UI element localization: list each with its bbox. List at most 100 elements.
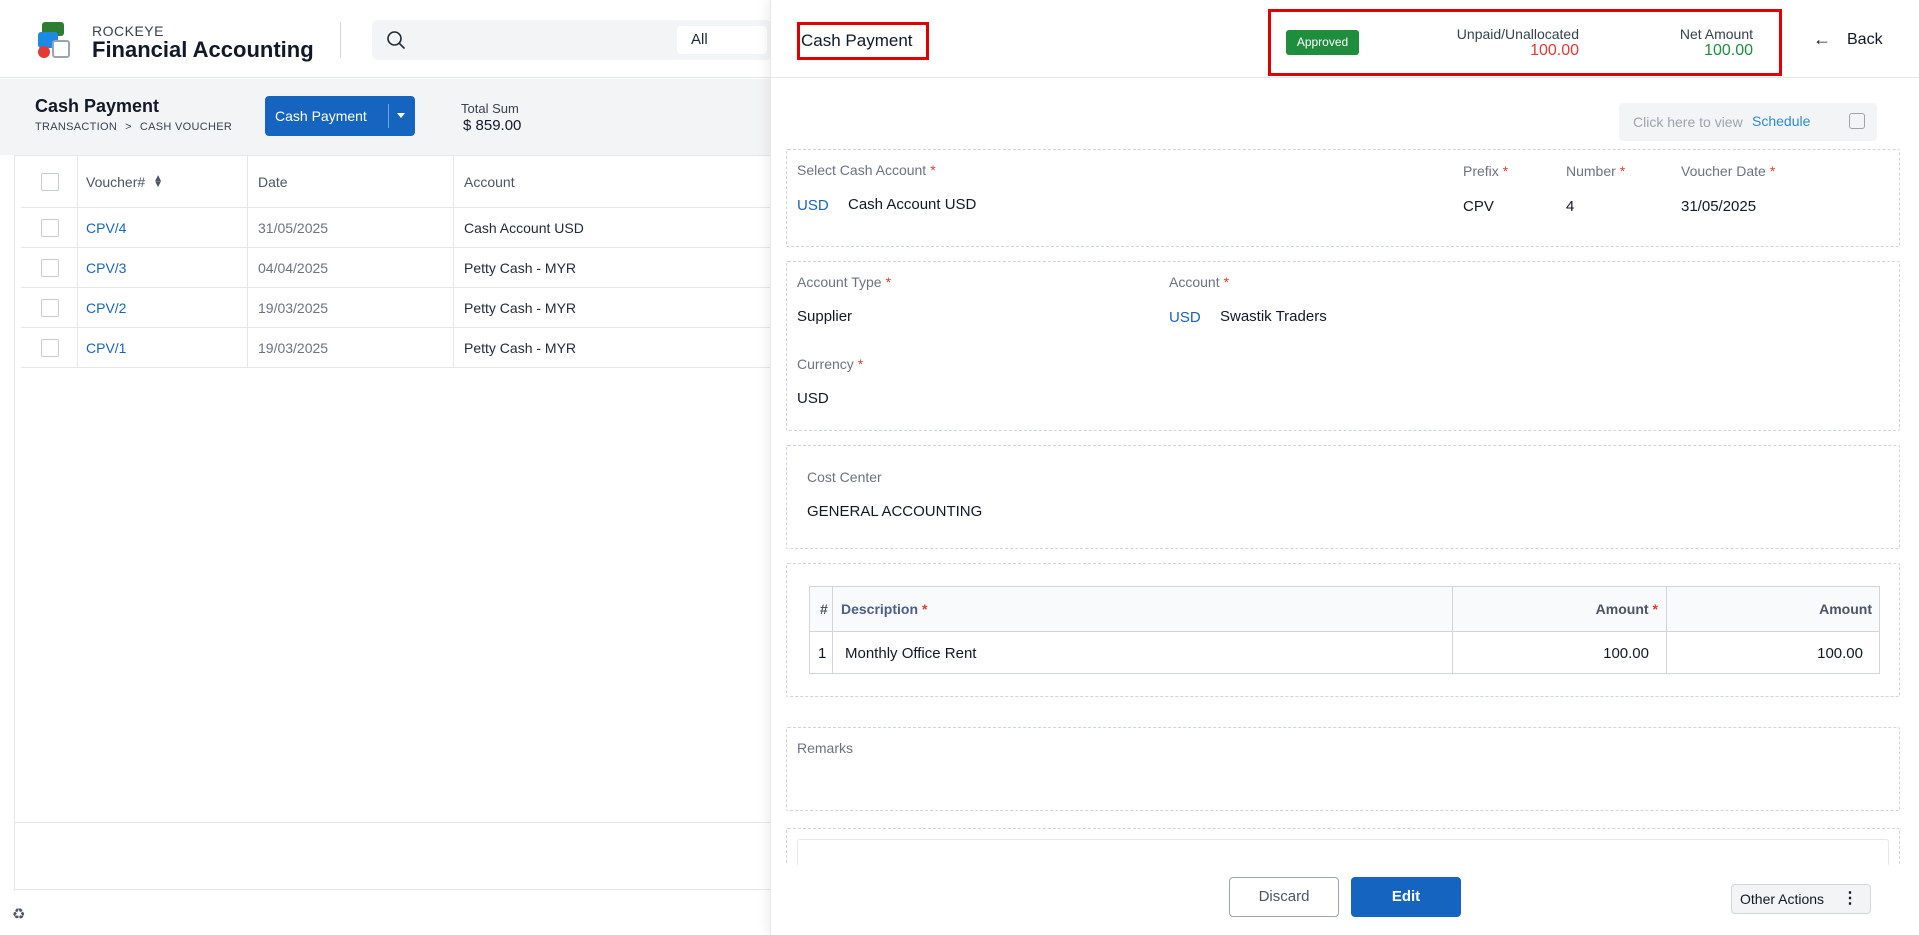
discard-button[interactable]: Discard xyxy=(1229,877,1339,917)
cash-account-currency: USD xyxy=(797,197,829,214)
field-label: Prefix * xyxy=(1463,163,1509,179)
row-checkbox[interactable] xyxy=(41,298,59,317)
net-amount-value: 100.00 xyxy=(1704,42,1753,59)
total-sum-value: $ 859.00 xyxy=(463,117,522,134)
total-sum-label: Total Sum xyxy=(461,101,519,116)
prefix-value: CPV xyxy=(1463,198,1494,215)
voucher-date: 19/03/2025 xyxy=(258,339,329,356)
breadcrumb-separator: > xyxy=(125,121,132,133)
line-items-table: # Description * Amount * Amount 1 Monthly … xyxy=(809,586,1880,674)
breadcrumb-item-transaction[interactable]: TRANSACTION xyxy=(35,121,117,133)
voucher-account: Cash Account USD xyxy=(464,219,584,236)
search-input[interactable]: All xyxy=(372,20,772,60)
net-amount-label: Net Amount xyxy=(1679,26,1753,42)
cash-account-section: Select Cash Account * USD Cash Account US… xyxy=(786,149,1900,247)
voucher-link[interactable]: CPV/4 xyxy=(86,208,126,247)
column-header-voucher[interactable]: Voucher# ▲ ▼ xyxy=(86,156,163,207)
attachments-section xyxy=(786,828,1900,865)
unpaid-value: 100.00 xyxy=(1530,42,1579,59)
voucher-link[interactable]: CPV/2 xyxy=(86,288,126,327)
currency-value[interactable]: USD xyxy=(797,390,829,407)
field-label: Number * xyxy=(1566,163,1626,179)
voucher-link[interactable]: CPV/1 xyxy=(86,328,126,367)
schedule-link[interactable]: Schedule xyxy=(1752,113,1810,129)
schedule-bar[interactable]: Click here to view Schedule xyxy=(1619,103,1877,141)
table-row[interactable]: CPV/1 19/03/2025 Petty Cash - MYR xyxy=(21,328,781,368)
select-all-checkbox[interactable] xyxy=(41,172,59,191)
panel-header: Cash Payment Approved Unpaid/Unallocated… xyxy=(771,0,1919,78)
account-currency: USD xyxy=(1169,309,1201,326)
caret-down-icon[interactable] xyxy=(397,113,405,118)
line-amount[interactable]: 100.00 xyxy=(1452,632,1649,674)
remarks-section[interactable]: Remarks xyxy=(786,727,1900,811)
line-description[interactable]: Monthly Office Rent xyxy=(845,632,976,674)
account-value[interactable]: Swastik Traders xyxy=(1220,308,1327,325)
unpaid-label: Unpaid/Unallocated xyxy=(1456,26,1579,42)
cost-center-label: Cost Center xyxy=(807,469,882,485)
other-actions-button[interactable]: Other Actions ⋮ xyxy=(1731,884,1871,914)
line-number: 1 xyxy=(818,644,827,662)
back-button[interactable]: ← Back xyxy=(1813,29,1883,50)
row-checkbox[interactable] xyxy=(41,258,59,277)
schedule-hint: Click here to view xyxy=(1633,114,1743,130)
field-label: Select Cash Account * xyxy=(797,162,936,178)
voucher-date-value[interactable]: 31/05/2025 xyxy=(1681,198,1756,215)
back-label: Back xyxy=(1847,30,1883,48)
voucher-date: 04/04/2025 xyxy=(258,259,329,276)
field-label: Account * xyxy=(1169,274,1230,290)
arrow-left-icon: ← xyxy=(1813,29,1831,49)
account-section: Account Type * Supplier Account * USD Swas… xyxy=(786,261,1900,431)
account-type-value[interactable]: Supplier xyxy=(797,308,852,325)
more-vertical-icon: ⋮ xyxy=(1842,890,1858,907)
row-checkbox[interactable] xyxy=(41,218,59,237)
remarks-label: Remarks xyxy=(797,740,854,756)
edit-button[interactable]: Edit xyxy=(1351,877,1461,917)
column-header-description: Description * xyxy=(841,601,928,617)
column-header-amount: Amount * xyxy=(1595,601,1658,617)
breadcrumb: TRANSACTION > CASH VOUCHER xyxy=(35,121,232,133)
voucher-date: 19/03/2025 xyxy=(258,299,329,316)
number-value: 4 xyxy=(1566,198,1575,215)
search-icon xyxy=(387,31,405,49)
column-header-account[interactable]: Account xyxy=(464,156,515,207)
voucher-account: Petty Cash - MYR xyxy=(464,259,577,276)
table-header-row: Voucher# ▲ ▼ Date Account xyxy=(21,156,781,208)
breadcrumb-item-cash-voucher[interactable]: CASH VOUCHER xyxy=(140,121,232,133)
table-row[interactable]: 1 Monthly Office Rent 100.00 100.00 xyxy=(810,632,1879,674)
field-label: Account Type * xyxy=(797,274,892,290)
panel-footer: Discard Edit Other Actions ⋮ xyxy=(771,865,1919,935)
sort-icon[interactable]: ▲ ▼ xyxy=(153,173,163,189)
voucher-account: Petty Cash - MYR xyxy=(464,339,577,356)
brand-app-name: Financial Accounting xyxy=(92,37,314,62)
voucher-link[interactable]: CPV/3 xyxy=(86,248,126,287)
recycle-icon[interactable]: ♻ xyxy=(12,905,25,923)
voucher-detail-panel: Cash Payment Approved Unpaid/Unallocated… xyxy=(770,0,1919,935)
panel-body: Click here to view Schedule Select Cash … xyxy=(771,79,1919,865)
row-checkbox[interactable] xyxy=(41,338,59,357)
column-header-date[interactable]: Date xyxy=(258,156,288,207)
status-badge: Approved xyxy=(1286,30,1359,55)
page-title: Cash Payment xyxy=(35,96,160,116)
voucher-date: 31/05/2025 xyxy=(258,219,329,236)
column-header-no: # xyxy=(820,601,828,617)
calendar-clock-icon[interactable] xyxy=(1849,113,1865,129)
voucher-account: Petty Cash - MYR xyxy=(464,299,577,316)
search-scope-select[interactable]: All xyxy=(677,26,767,54)
field-label: Currency * xyxy=(797,356,864,372)
divider xyxy=(15,822,775,823)
field-label: Voucher Date * xyxy=(1681,163,1776,179)
table-row[interactable]: CPV/2 19/03/2025 Petty Cash - MYR xyxy=(21,288,781,328)
panel-title: Cash Payment xyxy=(801,31,913,50)
app-logo xyxy=(38,22,72,58)
column-header-amount-2: Amount xyxy=(1819,601,1872,617)
line-amount-2: 100.00 xyxy=(1817,644,1863,662)
divider xyxy=(340,22,341,58)
voucher-type-label: Cash Payment xyxy=(275,108,367,124)
table-header-row: # Description * Amount * Amount xyxy=(810,587,1879,632)
table-row[interactable]: CPV/3 04/04/2025 Petty Cash - MYR xyxy=(21,248,781,288)
voucher-type-button[interactable]: Cash Payment xyxy=(265,96,415,136)
table-row[interactable]: CPV/4 31/05/2025 Cash Account USD xyxy=(21,208,781,248)
cost-center-value[interactable]: GENERAL ACCOUNTING xyxy=(807,503,982,520)
cash-account-value[interactable]: Cash Account USD xyxy=(848,196,976,213)
other-actions-label: Other Actions xyxy=(1740,891,1825,907)
